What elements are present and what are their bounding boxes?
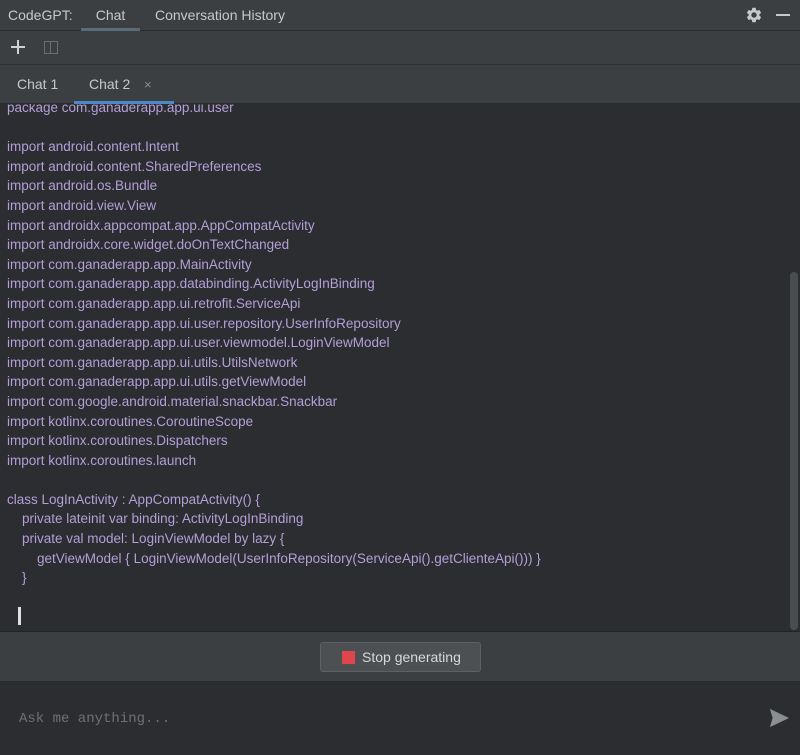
gear-icon[interactable] (745, 6, 763, 24)
send-icon[interactable] (768, 708, 790, 728)
minimize-icon[interactable] (776, 14, 790, 16)
code-line: import kotlinx.coroutines.CoroutineScope (7, 413, 254, 429)
tab-chat-2[interactable]: Chat 2 (74, 65, 174, 104)
code-line: import com.ganaderapp.app.ui.user.reposi… (7, 315, 401, 331)
code-line: import android.content.Intent (7, 139, 179, 155)
split-panel-icon[interactable] (44, 41, 58, 54)
stop-icon (342, 651, 355, 664)
code-line: import android.os.Bundle (7, 178, 158, 194)
code-line: private val model: LoginViewModel by laz… (7, 531, 285, 547)
tab-chat-2-label: Chat 2 (89, 76, 131, 92)
brand-label: CodeGPT: (8, 7, 73, 23)
close-icon[interactable]: × (144, 65, 152, 104)
code-block: package com.ganaderapp.app.ui.user impor… (7, 104, 541, 588)
code-line: import com.ganaderapp.app.MainActivity (7, 256, 252, 272)
code-line: } (7, 570, 27, 586)
code-line: import android.view.View (7, 197, 157, 213)
code-line: import androidx.appcompat.app.AppCompatA… (7, 217, 315, 233)
stop-bar: Stop generating (0, 632, 800, 682)
chat-tab-bar: Chat 1 Chat 2 × (0, 65, 800, 104)
code-line: import kotlinx.coroutines.Dispatchers (7, 433, 228, 449)
code-line: import com.ganaderapp.app.databinding.Ac… (7, 276, 375, 292)
code-line: import com.google.android.material.snack… (7, 393, 338, 409)
tab-conversation-history[interactable]: Conversation History (155, 0, 285, 31)
code-line: private lateinit var binding: ActivityLo… (7, 511, 304, 527)
input-bar (0, 682, 800, 755)
chat-response-area[interactable]: package com.ganaderapp.app.ui.user impor… (0, 104, 800, 632)
codegpt-panel: CodeGPT: Chat Conversation History Chat … (0, 0, 800, 755)
code-line: import com.ganaderapp.app.ui.user.viewmo… (7, 335, 390, 351)
code-line: import com.ganaderapp.app.ui.retrofit.Se… (7, 295, 301, 311)
code-line: import android.content.SharedPreferences (7, 158, 262, 174)
ask-input[interactable] (0, 682, 750, 755)
tab-chat[interactable]: Chat (81, 0, 140, 31)
code-line: import androidx.core.widget.doOnTextChan… (7, 237, 290, 253)
code-line: import kotlinx.coroutines.launch (7, 452, 197, 468)
plus-icon[interactable] (10, 39, 26, 55)
code-line: import com.ganaderapp.app.ui.utils.Utils… (7, 354, 298, 370)
header-bar: CodeGPT: Chat Conversation History (0, 0, 800, 31)
stop-generating-button[interactable]: Stop generating (320, 642, 481, 672)
code-line: getViewModel { LoginViewModel(UserInfoRe… (7, 550, 541, 566)
text-cursor (18, 607, 21, 625)
stop-generating-label: Stop generating (362, 649, 461, 665)
toolbar (0, 31, 800, 65)
scrollbar[interactable] (790, 272, 798, 630)
code-line: class LogInActivity : AppCompatActivity(… (7, 491, 260, 507)
code-line: package com.ganaderapp.app.ui.user (7, 104, 234, 115)
tab-chat-1[interactable]: Chat 1 (17, 65, 58, 104)
code-line: import com.ganaderapp.app.ui.utils.getVi… (7, 374, 307, 390)
